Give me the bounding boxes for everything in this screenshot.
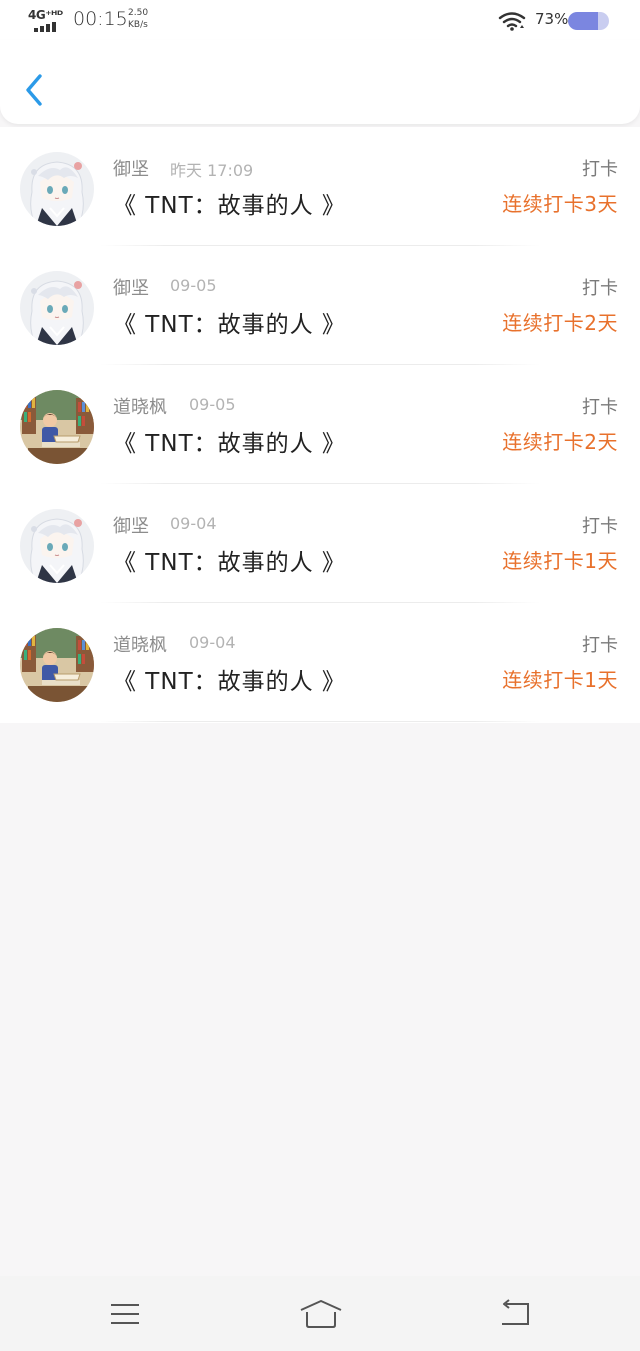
avatar-image — [20, 628, 94, 702]
checkin-tag: 打卡 — [582, 278, 618, 299]
battery-level — [568, 12, 598, 30]
user-name[interactable]: 御坚 — [113, 274, 149, 300]
checkin-tag: 打卡 — [582, 635, 618, 656]
battery-percent: 73% — [535, 10, 569, 28]
avatar[interactable] — [20, 509, 94, 583]
avatar[interactable] — [20, 271, 94, 345]
user-name[interactable]: 道晓枫 — [113, 631, 167, 657]
book-title: 《 TNT：故事的人 》 — [113, 193, 346, 219]
menu-icon[interactable] — [105, 1298, 145, 1330]
network-speed-value: 2.50 — [128, 8, 149, 18]
network-speed: 2.50 KB/s — [128, 7, 148, 31]
header — [0, 40, 640, 124]
network-speed-unit: KB/s — [128, 20, 148, 30]
network-indicator: 4G⁺ᴴᴰ — [28, 8, 63, 22]
avatar-image — [20, 271, 94, 345]
back-icon[interactable] — [496, 1298, 536, 1330]
avatar[interactable] — [20, 152, 94, 226]
streak-label: 连续打卡2天 — [502, 430, 618, 454]
checkin-item[interactable]: 御坚 09-05 《 TNT：故事的人 》 打卡 连续打卡2天 — [0, 246, 640, 365]
avatar-image — [20, 152, 94, 226]
book-title: 《 TNT：故事的人 》 — [113, 550, 346, 576]
streak-label: 连续打卡1天 — [502, 549, 618, 573]
streak-label: 连续打卡3天 — [502, 192, 618, 216]
avatar[interactable] — [20, 628, 94, 702]
book-title: 《 TNT：故事的人 》 — [113, 312, 346, 338]
wifi-icon — [498, 12, 526, 31]
checkin-date: 09-05 — [189, 395, 236, 414]
avatar[interactable] — [20, 390, 94, 464]
checkin-date: 09-04 — [189, 633, 236, 652]
streak-label: 连续打卡1天 — [502, 668, 618, 692]
checkin-item[interactable]: 道晓枫 09-05 《 TNT：故事的人 》 打卡 连续打卡2天 — [0, 365, 640, 484]
checkin-tag: 打卡 — [582, 159, 618, 180]
home-icon[interactable] — [298, 1298, 344, 1330]
battery-icon — [568, 12, 609, 30]
chevron-left-icon[interactable] — [18, 68, 52, 112]
user-name[interactable]: 道晓枫 — [113, 393, 167, 419]
avatar-image — [20, 509, 94, 583]
book-title: 《 TNT：故事的人 》 — [113, 669, 346, 695]
user-name[interactable]: 御坚 — [113, 155, 149, 181]
checkin-item[interactable]: 御坚 09-04 《 TNT：故事的人 》 打卡 连续打卡1天 — [0, 484, 640, 603]
checkin-list: 御坚 昨天 17:09 《 TNT：故事的人 》 打卡 连续打卡3天 御坚 09… — [0, 127, 640, 723]
checkin-tag: 打卡 — [582, 516, 618, 537]
checkin-date: 09-04 — [170, 514, 217, 533]
checkin-item[interactable]: 道晓枫 09-04 《 TNT：故事的人 》 打卡 连续打卡1天 — [0, 603, 640, 722]
signal-icon — [34, 22, 56, 32]
checkin-date: 昨天 17:09 — [170, 161, 254, 180]
divider — [100, 721, 540, 722]
user-name[interactable]: 御坚 — [113, 512, 149, 538]
system-nav-bar — [0, 1276, 640, 1351]
checkin-tag: 打卡 — [582, 397, 618, 418]
status-bar: 4G⁺ᴴᴰ 00:15 2.50 KB/s 73% — [0, 0, 640, 40]
checkin-date: 09-05 — [170, 276, 217, 295]
streak-label: 连续打卡2天 — [502, 311, 618, 335]
avatar-image — [20, 390, 94, 464]
checkin-item[interactable]: 御坚 昨天 17:09 《 TNT：故事的人 》 打卡 连续打卡3天 — [0, 127, 640, 246]
clock: 00:15 — [73, 8, 128, 30]
book-title: 《 TNT：故事的人 》 — [113, 431, 346, 457]
